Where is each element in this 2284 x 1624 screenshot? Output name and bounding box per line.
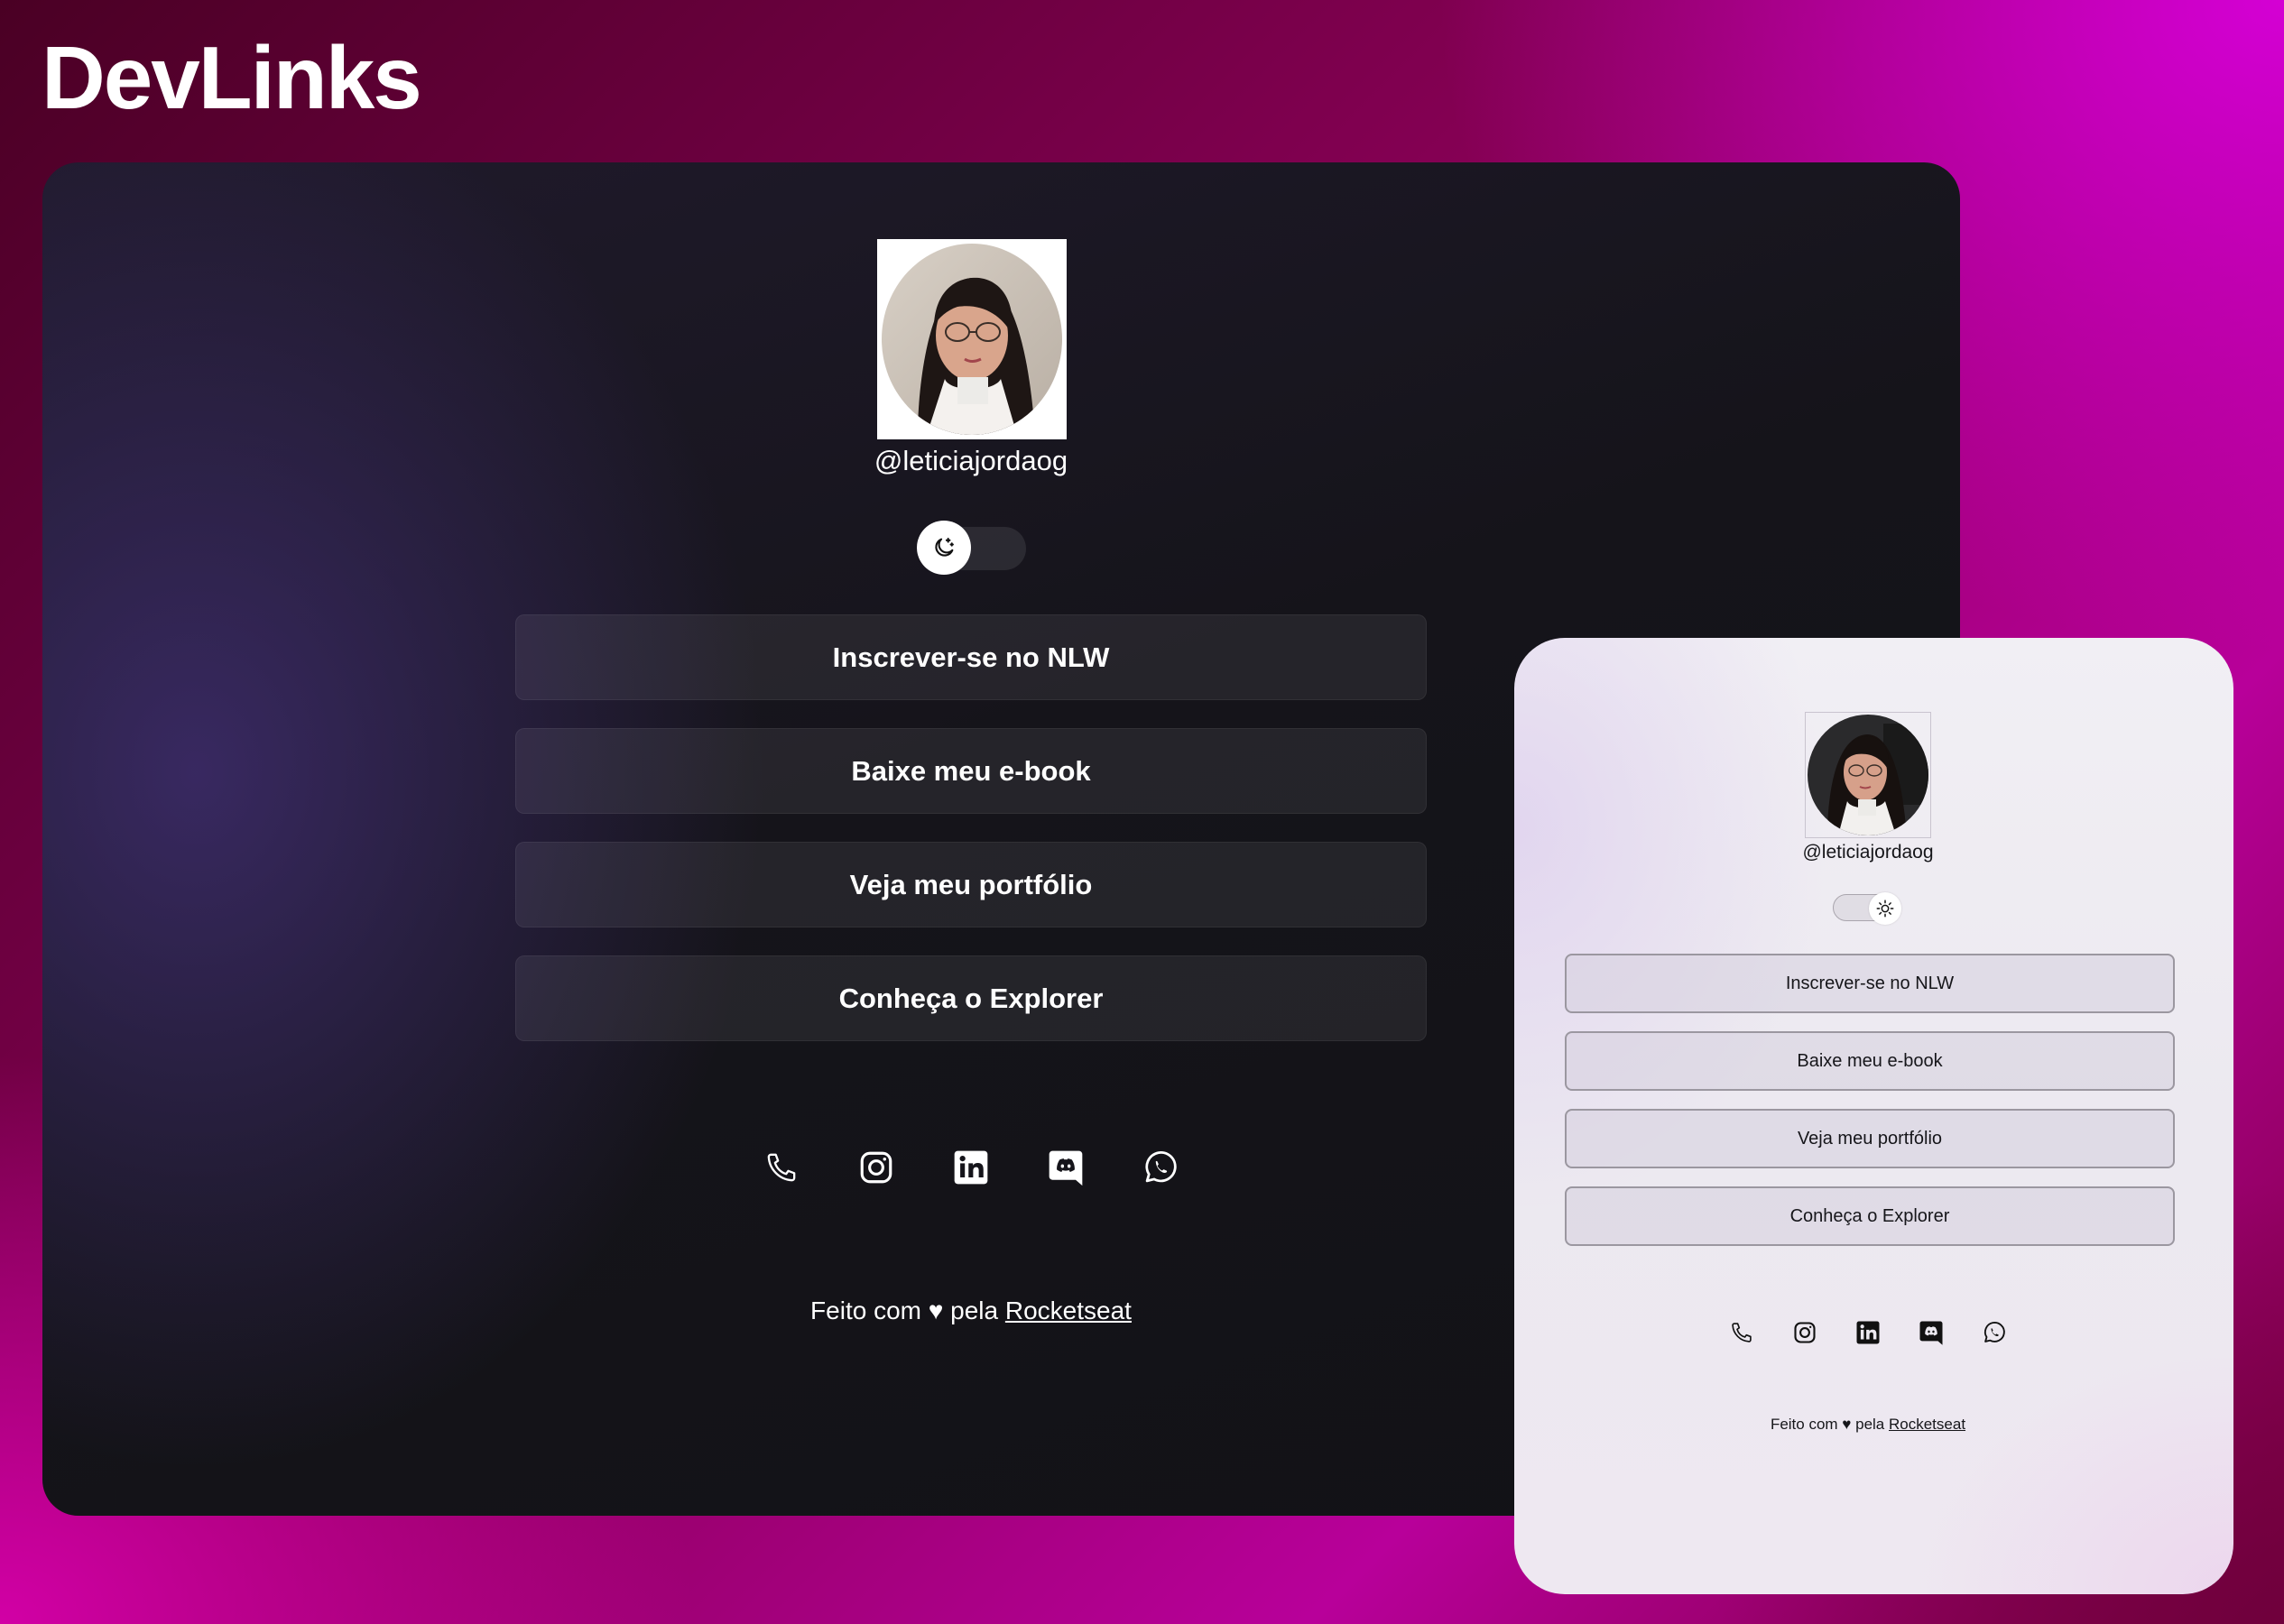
phone-link[interactable] — [1727, 1318, 1756, 1347]
discord-link[interactable] — [1044, 1146, 1087, 1189]
link-button-label: Baixe meu e-book — [1797, 1050, 1943, 1071]
link-button-label: Veja meu portfólio — [849, 868, 1093, 900]
instagram-icon — [1794, 1322, 1816, 1343]
instagram-icon — [860, 1151, 892, 1184]
link-button-ebook[interactable]: Baixe meu e-book — [1565, 1031, 2175, 1091]
link-button-nlw[interactable]: Inscrever-se no NLW — [515, 614, 1427, 700]
sun-icon — [1876, 900, 1894, 918]
whatsapp-icon — [1145, 1151, 1177, 1183]
light-mode-preview: @leticiajordaog Inscrever-se no NLW Baix… — [1514, 638, 2233, 1594]
avatar — [882, 244, 1062, 435]
link-button-ebook[interactable]: Baixe meu e-book — [515, 728, 1427, 814]
theme-toggle-knob[interactable] — [917, 521, 971, 575]
avatar-frame — [877, 239, 1067, 439]
linkedin-link[interactable] — [949, 1146, 993, 1189]
instagram-link[interactable] — [1790, 1318, 1819, 1347]
footer-text: Feito com ♥ pela — [810, 1296, 999, 1324]
instagram-link[interactable] — [855, 1146, 898, 1189]
username: @leticiajordaog — [874, 445, 1068, 476]
linkedin-icon — [954, 1150, 988, 1185]
whatsapp-link[interactable] — [1139, 1146, 1182, 1189]
footer: Feito com ♥ pela Rocketseat — [1514, 1416, 2222, 1434]
moon-stars-icon — [935, 538, 954, 557]
link-button-nlw[interactable]: Inscrever-se no NLW — [1565, 954, 2175, 1013]
footer-text: Feito com ♥ pela — [1770, 1416, 1885, 1433]
whatsapp-icon — [1983, 1322, 2005, 1343]
theme-toggle-knob[interactable] — [1869, 892, 1901, 925]
avatar-frame — [1805, 712, 1931, 838]
discord-link[interactable] — [1917, 1318, 1946, 1347]
link-button-label: Conheça o Explorer — [1789, 1205, 1950, 1226]
phone-link[interactable] — [760, 1146, 803, 1189]
avatar — [1808, 715, 1928, 835]
link-button-explorer[interactable]: Conheça o Explorer — [1565, 1186, 2175, 1246]
link-button-label: Conheça o Explorer — [838, 982, 1104, 1014]
phone-icon — [767, 1153, 796, 1182]
linkedin-icon — [1856, 1321, 1880, 1344]
link-button-explorer[interactable]: Conheça o Explorer — [515, 955, 1427, 1041]
link-button-label: Baixe meu e-book — [851, 754, 1091, 787]
rocketseat-link[interactable]: Rocketseat — [1005, 1296, 1132, 1324]
rocketseat-link[interactable]: Rocketseat — [1889, 1416, 1965, 1433]
link-button-portfolio[interactable]: Veja meu portfólio — [515, 842, 1427, 927]
discord-icon — [1049, 1150, 1083, 1186]
username: @leticiajordaog — [1802, 842, 1934, 863]
link-button-label: Inscrever-se no NLW — [832, 641, 1110, 673]
link-button-label: Inscrever-se no NLW — [1785, 973, 1955, 993]
page-title: DevLinks — [42, 28, 422, 127]
discord-icon — [1919, 1321, 1943, 1345]
linkedin-link[interactable] — [1854, 1318, 1882, 1347]
phone-icon — [1732, 1323, 1752, 1343]
link-button-portfolio[interactable]: Veja meu portfólio — [1565, 1109, 2175, 1168]
link-button-label: Veja meu portfólio — [1797, 1128, 1943, 1149]
whatsapp-link[interactable] — [1980, 1318, 2009, 1347]
